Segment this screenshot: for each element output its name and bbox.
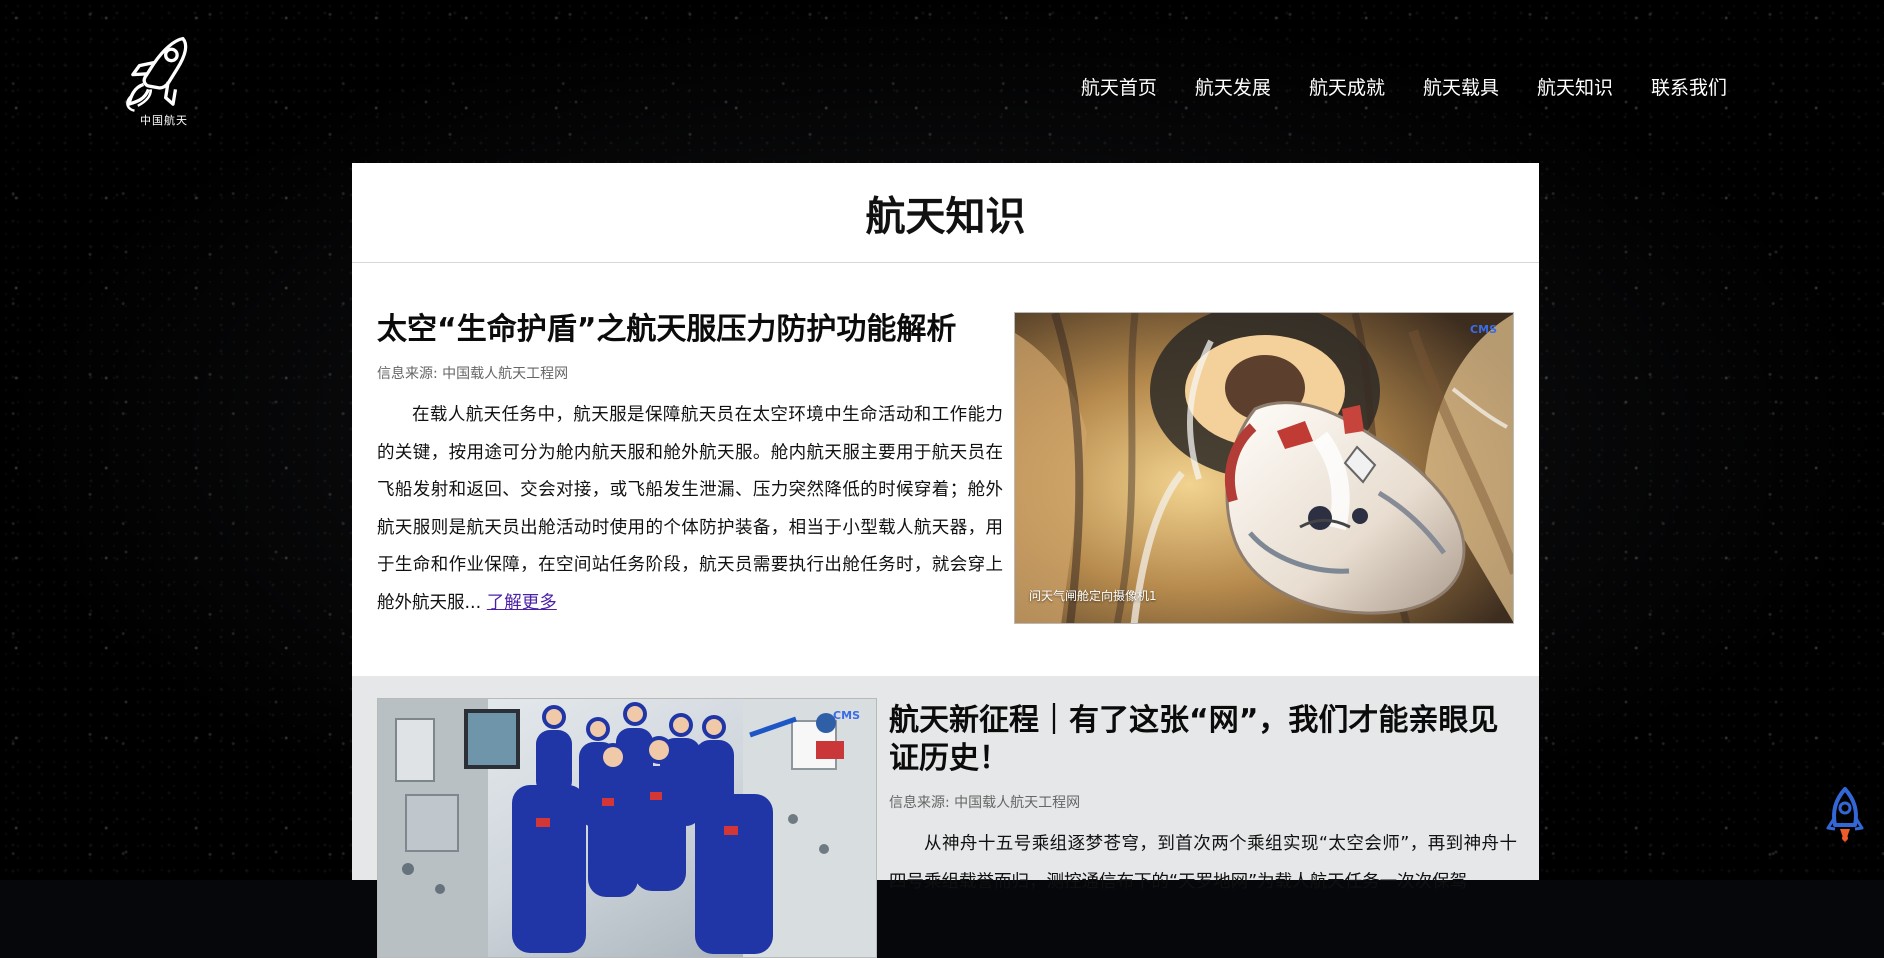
main-navigation: 航天首页 航天发展 航天成就 航天载具 航天知识 联系我们 (1081, 76, 1727, 100)
article-title[interactable]: 航天新征程｜有了这张“网”，我们才能亲眼见证历史！ (889, 702, 1517, 778)
rocket-float-icon (1826, 787, 1864, 843)
site-logo[interactable]: 中国航天 (118, 32, 210, 134)
main-content-panel: 航天知识 太空“生命护盾”之航天服压力防护功能解析 信息来源: 中国载人航天工程… (352, 163, 1539, 958)
image-logo-badge: CMS (1470, 323, 1497, 336)
logo-text: 中国航天 (140, 114, 188, 127)
article-summary: 从神舟十五号乘组逐梦苍穹，到首次两个乘组实现“太空会师”，再到神舟十四号乘组载誉… (889, 834, 1517, 892)
article-summary: 在载人航天任务中，航天服是保障航天员在太空环境中生命活动和工作能力的关键，按用途… (377, 397, 1003, 622)
article-text-block: 太空“生命护盾”之航天服压力防护功能解析 信息来源: 中国载人航天工程网 在载人… (377, 311, 1003, 622)
nav-contact[interactable]: 联系我们 (1651, 76, 1727, 100)
nav-development[interactable]: 航天发展 (1195, 76, 1271, 100)
article-source: 信息来源: 中国载人航天工程网 (889, 795, 1081, 811)
learn-more-link[interactable]: 了解更多 (487, 593, 557, 613)
nav-vehicles[interactable]: 航天载具 (1423, 76, 1499, 100)
nav-knowledge[interactable]: 航天知识 (1537, 76, 1613, 100)
astronauts-image: CMS (377, 698, 877, 958)
site-header: 中国航天 航天首页 航天发展 航天成就 航天载具 航天知识 联系我们 (0, 0, 1884, 160)
rocket-logo-icon (126, 36, 188, 112)
image-logo-badge: CMS (833, 709, 860, 722)
spacesuit-photo-illustration (1015, 313, 1513, 623)
image-caption: 问天气闸舱定向摄像机1 (1029, 589, 1157, 603)
nav-achievements[interactable]: 航天成就 (1309, 76, 1385, 100)
spacesuit-image: CMS 问天气闸舱定向摄像机1 (1014, 312, 1514, 624)
floating-rocket-button[interactable] (1824, 786, 1866, 846)
article-text-block: 航天新征程｜有了这张“网”，我们才能亲眼见证历史！ 信息来源: 中国载人航天工程… (889, 702, 1517, 901)
astronauts-photo-illustration (378, 699, 876, 957)
article-title[interactable]: 太空“生命护盾”之航天服压力防护功能解析 (377, 311, 1003, 349)
article-source: 信息来源: 中国载人航天工程网 (377, 366, 569, 382)
nav-home[interactable]: 航天首页 (1081, 76, 1157, 100)
article-card-spacesuit: 太空“生命护盾”之航天服压力防护功能解析 信息来源: 中国载人航天工程网 在载人… (352, 263, 1539, 676)
article-body-text: 在载人航天任务中，航天服是保障航天员在太空环境中生命活动和工作能力的关键，按用途… (377, 405, 1003, 613)
article-card-communication-network: CMS 航天新征程｜有了这张“网”，我们才能亲眼见证历史！ 信息来源: 中国载人… (352, 676, 1539, 958)
page-title: 航天知识 (352, 163, 1539, 263)
